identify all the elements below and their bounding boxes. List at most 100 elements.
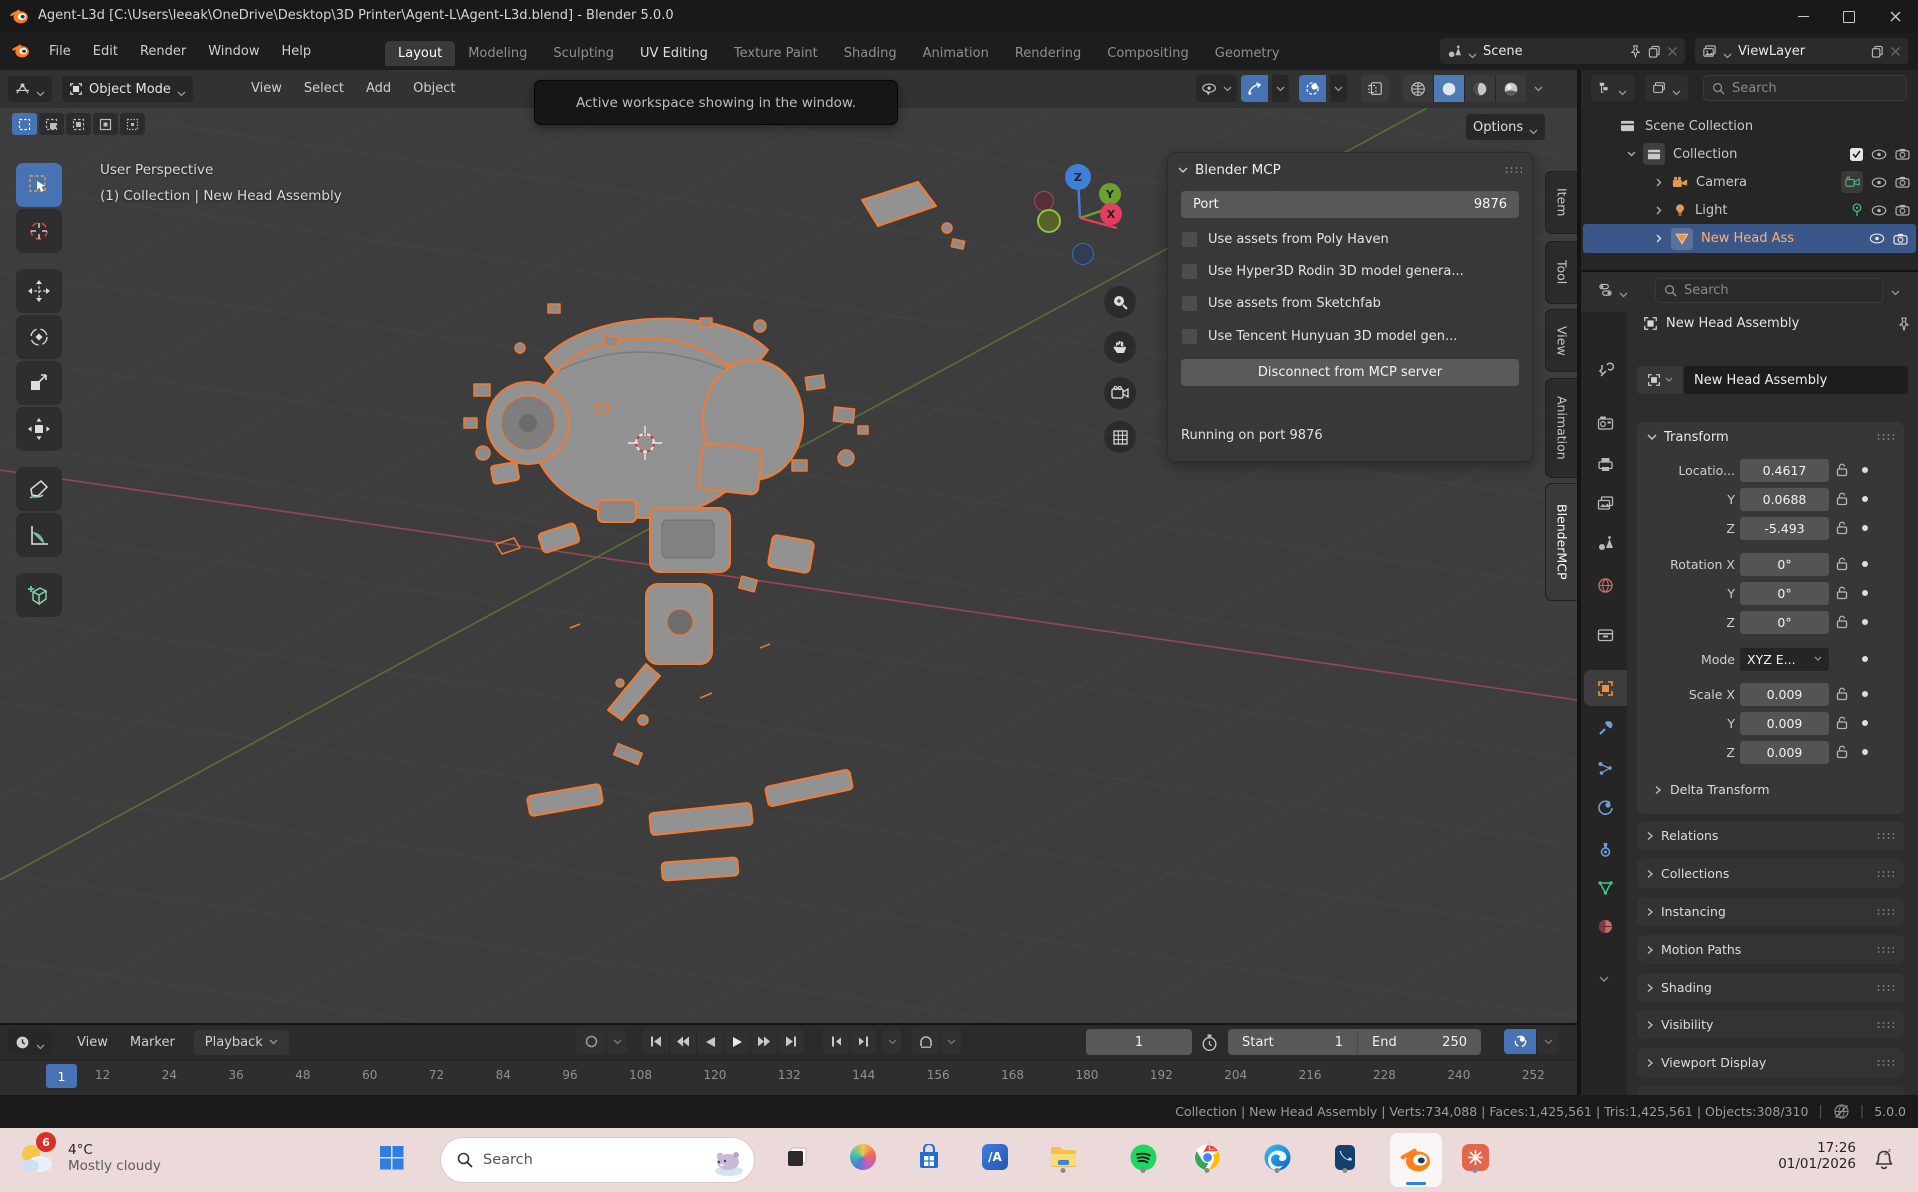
toggle-ortho-button[interactable] (1104, 421, 1136, 453)
unlock-icon[interactable] (1836, 557, 1848, 571)
expand-chevron-icon[interactable] (1655, 234, 1664, 243)
blender-menu-logo-icon[interactable] (12, 42, 30, 64)
tool-transform[interactable] (16, 407, 62, 451)
snap-toggle[interactable] (1241, 75, 1268, 102)
rotation-x-row[interactable]: Rotation X0° (1637, 551, 1904, 577)
properties-options-chevron[interactable] (1891, 285, 1900, 300)
object-name-field[interactable]: New Head Assembly (1684, 366, 1908, 394)
animate-dot[interactable] (1862, 720, 1868, 726)
location-z-row[interactable]: Z-5.493 (1637, 515, 1904, 541)
unlock-icon[interactable] (1836, 586, 1848, 600)
outliner-filter-button[interactable] (1645, 75, 1688, 101)
tab-view-layer[interactable] (1584, 485, 1627, 521)
scale-y-row[interactable]: Y0.009 (1637, 710, 1904, 736)
editor-type-button[interactable] (8, 76, 52, 102)
tab-collection[interactable] (1584, 617, 1627, 653)
microsoft-store-icon[interactable] (910, 1138, 948, 1176)
outliner-row-collection[interactable]: Collection (1581, 140, 1918, 168)
animate-dot[interactable] (1862, 691, 1868, 697)
hide-viewport-eye-icon[interactable] (1869, 233, 1885, 244)
rotation-mode-row[interactable]: Mode XYZ E... (1637, 646, 1904, 672)
transform-collapse-icon[interactable] (1647, 434, 1657, 441)
maximize-button[interactable] (1826, 0, 1872, 33)
rotation-z-row[interactable]: Z0° (1637, 609, 1904, 635)
workspace-tab-compositing[interactable]: Compositing (1094, 41, 1202, 66)
select-mode-paint[interactable] (120, 113, 145, 135)
unlock-icon[interactable] (1836, 745, 1848, 759)
timeline-sync-toggle[interactable] (1504, 1029, 1537, 1054)
sidebar-tab-view[interactable]: View (1545, 309, 1577, 372)
tool-scale[interactable] (16, 361, 62, 405)
sidebar-tab-tool[interactable]: Tool (1545, 241, 1577, 304)
shading-solid-button[interactable] (1434, 75, 1465, 102)
overlays-toggle[interactable] (1361, 75, 1389, 102)
panel-instancing[interactable]: Instancing (1637, 897, 1904, 926)
mcp-checkbox-hyper3d[interactable]: Use Hyper3D Rodin 3D model genera... (1181, 263, 1519, 280)
copilot-icon[interactable] (844, 1138, 882, 1176)
workspace-tab-uv-editing[interactable]: UV Editing (627, 41, 721, 66)
jump-to-start-button[interactable] (643, 1029, 670, 1054)
timeline-menu-playback[interactable]: Playback (194, 1030, 289, 1055)
taskbar-search[interactable]: Search (440, 1137, 755, 1183)
animate-dot[interactable] (1862, 749, 1868, 755)
rotation-y-row[interactable]: Y0° (1637, 580, 1904, 606)
close-button[interactable] (1872, 0, 1918, 33)
timeline-sync-dropdown[interactable] (1537, 1029, 1559, 1054)
workspace-tab-rendering[interactable]: Rendering (1002, 41, 1094, 66)
hide-viewport-eye-icon[interactable] (1871, 205, 1887, 216)
camera-view-button[interactable] (1104, 377, 1136, 409)
tab-world[interactable] (1584, 567, 1627, 603)
gizmo-axis-z-neg[interactable] (1072, 243, 1094, 265)
properties-search[interactable]: Search (1655, 278, 1883, 303)
select-mode-tweak[interactable] (12, 113, 37, 135)
app-icon-ide[interactable]: /A (976, 1138, 1014, 1176)
pan-view-button[interactable] (1104, 331, 1136, 363)
workspace-tab-sculpting[interactable]: Sculpting (540, 41, 627, 66)
unlock-icon[interactable] (1836, 521, 1848, 535)
use-preview-range-icon[interactable] (1200, 1033, 1219, 1056)
animate-dot[interactable] (1862, 467, 1868, 473)
shading-rendered-button[interactable] (1496, 75, 1526, 102)
weather-widget[interactable]: 6 4°C Mostly cloudy (14, 1136, 161, 1180)
scale-z-row[interactable]: Z0.009 (1637, 739, 1904, 765)
app-icon-starburst[interactable] (1456, 1138, 1494, 1176)
rotation-mode-dropdown[interactable]: XYZ E... (1740, 648, 1829, 671)
next-keyframe-button[interactable] (751, 1029, 778, 1054)
shading-material-button[interactable] (1465, 75, 1496, 102)
keying-set-dropdown[interactable] (607, 1029, 627, 1054)
file-explorer-icon[interactable] (1044, 1138, 1082, 1176)
mcp-checkbox-sketchfab[interactable]: Use assets from Sketchfab (1181, 295, 1519, 312)
timeline-editor-type-button[interactable] (8, 1029, 52, 1055)
pin-id-icon[interactable] (1897, 317, 1911, 331)
proportional-dropdown[interactable] (1330, 75, 1347, 102)
object-id-selector[interactable] (1637, 366, 1683, 394)
animate-dot[interactable] (1862, 590, 1868, 596)
outliner-display-mode-button[interactable] (1591, 75, 1634, 101)
tab-object[interactable] (1584, 670, 1627, 706)
properties-filter-button[interactable] (1591, 277, 1635, 303)
proportional-editing-toggle[interactable] (1299, 75, 1326, 102)
chrome-icon[interactable]: L (1188, 1138, 1226, 1176)
tab-material[interactable] (1584, 908, 1627, 944)
start-button[interactable] (372, 1138, 410, 1176)
select-mode-box[interactable] (39, 113, 64, 135)
collapse-chevron-icon[interactable] (1627, 150, 1636, 159)
disable-render-camera-icon[interactable] (1893, 233, 1908, 245)
current-frame-indicator[interactable]: 1 (46, 1064, 77, 1088)
panel-motion-paths[interactable]: Motion Paths (1637, 935, 1904, 964)
snap-dropdown[interactable] (1272, 75, 1289, 102)
frame-step-back-button[interactable] (823, 1029, 850, 1054)
viewlayer-selector[interactable]: ViewLayer (1695, 38, 1908, 64)
tab-particles[interactable] (1584, 750, 1627, 786)
options-button[interactable]: Options (1466, 114, 1545, 140)
tab-object-data[interactable] (1584, 870, 1627, 906)
pin-icon[interactable] (1629, 45, 1642, 58)
outliner-row-light[interactable]: Light (1581, 196, 1918, 224)
outliner-row-camera[interactable]: Camera (1581, 168, 1918, 196)
notification-bell-icon[interactable]: zz (1870, 1146, 1896, 1176)
panel-viewport-display[interactable]: Viewport Display (1637, 1048, 1904, 1077)
tab-constraints[interactable] (1584, 831, 1627, 867)
mode-dropdown[interactable]: Object Mode (62, 76, 193, 102)
end-frame-field[interactable]: End250 (1358, 1029, 1481, 1055)
auto-keyframe-toggle[interactable] (912, 1029, 941, 1054)
